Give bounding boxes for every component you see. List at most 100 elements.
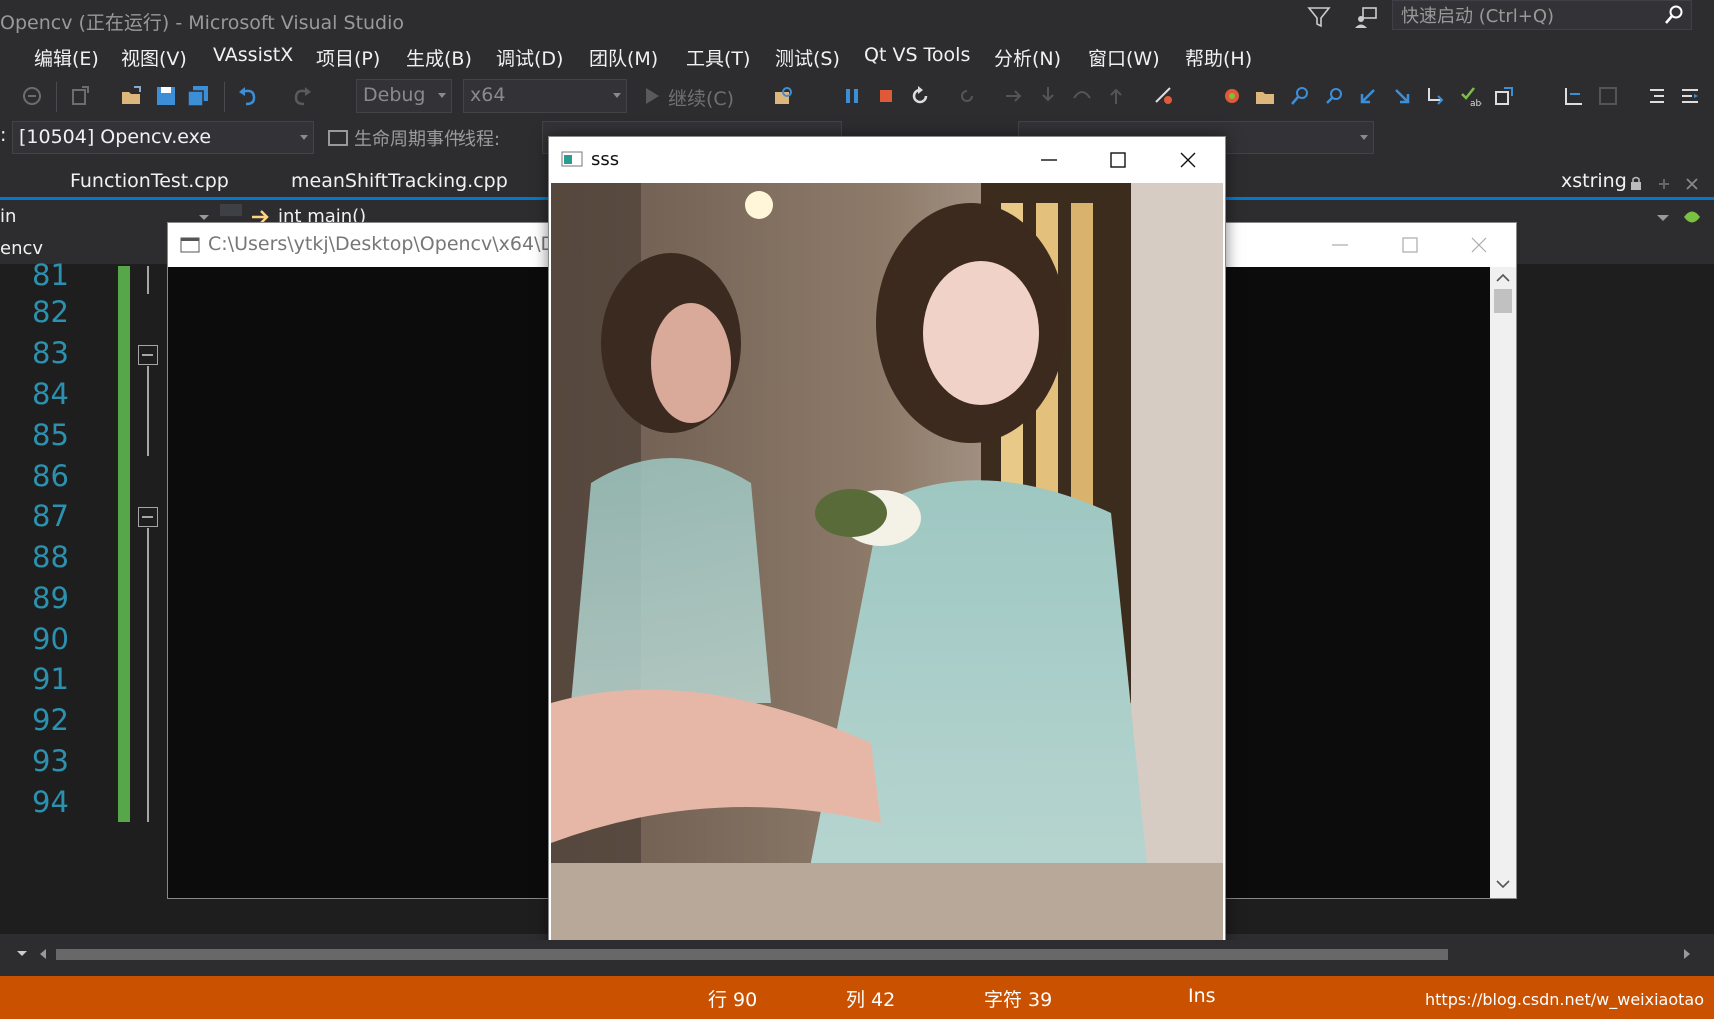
go-forward-icon[interactable] bbox=[1390, 84, 1414, 108]
feedback-icon[interactable] bbox=[1353, 4, 1379, 30]
comment-icon[interactable] bbox=[1562, 84, 1586, 108]
lifecycle-icon[interactable] bbox=[326, 126, 350, 150]
save-icon[interactable] bbox=[154, 84, 178, 108]
step-over-icon[interactable] bbox=[1070, 84, 1094, 108]
tab-xstring[interactable]: xstring bbox=[1561, 170, 1627, 192]
menu-view[interactable]: 视图(V) bbox=[121, 44, 187, 71]
scroll-up-icon[interactable] bbox=[1496, 273, 1510, 283]
menu-project[interactable]: 项目(P) bbox=[316, 44, 380, 71]
save-all-icon[interactable] bbox=[186, 84, 210, 108]
go-icon[interactable] bbox=[1682, 206, 1702, 228]
lifecycle-events-button[interactable]: 生命周期事件 bbox=[354, 125, 462, 151]
minimize-icon[interactable] bbox=[1328, 233, 1352, 257]
hot-reload-icon[interactable] bbox=[956, 84, 980, 108]
line-number: 88 bbox=[32, 540, 69, 574]
scroll-thumb[interactable] bbox=[1494, 289, 1512, 313]
line-number: 93 bbox=[32, 744, 69, 778]
go-back-icon[interactable] bbox=[1356, 84, 1380, 108]
close-icon[interactable] bbox=[1176, 148, 1200, 172]
quick-launch-input[interactable] bbox=[1399, 3, 1643, 29]
maximize-icon[interactable] bbox=[1398, 233, 1422, 257]
search-icon[interactable] bbox=[1663, 4, 1685, 26]
menu-tools[interactable]: 工具(T) bbox=[686, 44, 750, 71]
process-dropdown[interactable]: [10504] Opencv.exe bbox=[12, 121, 314, 154]
redo-icon[interactable] bbox=[290, 84, 314, 108]
menu-debug[interactable]: 调试(D) bbox=[496, 44, 563, 71]
line-number: 94 bbox=[32, 785, 69, 819]
scroll-right-icon[interactable] bbox=[1682, 948, 1692, 960]
line-number: 92 bbox=[32, 703, 69, 737]
step-into-icon[interactable] bbox=[1036, 84, 1060, 108]
chevron-down-icon bbox=[438, 93, 446, 98]
pause-icon[interactable] bbox=[840, 84, 864, 108]
console-app-icon bbox=[180, 237, 200, 253]
line-number: 86 bbox=[32, 459, 69, 493]
collapse-icon[interactable] bbox=[138, 345, 158, 365]
line-number: 85 bbox=[32, 418, 69, 452]
minimize-icon[interactable] bbox=[1037, 148, 1061, 172]
menu-analyze[interactable]: 分析(N) bbox=[994, 44, 1061, 71]
platform-dropdown[interactable]: x64 bbox=[463, 79, 627, 113]
new-project-icon[interactable] bbox=[68, 84, 92, 108]
filter-icon[interactable] bbox=[1306, 4, 1332, 30]
open-file-icon[interactable] bbox=[120, 84, 144, 108]
svg-text:abc: abc bbox=[1470, 99, 1482, 108]
cmake-icon[interactable] bbox=[1220, 84, 1244, 108]
hscroll-thumb[interactable] bbox=[56, 949, 1448, 960]
quick-launch-box[interactable] bbox=[1392, 0, 1692, 30]
menu-test[interactable]: 测试(S) bbox=[775, 44, 840, 71]
find-references-icon[interactable] bbox=[1322, 84, 1346, 108]
close-icon[interactable] bbox=[1467, 233, 1491, 257]
nav-splitter[interactable] bbox=[220, 204, 242, 216]
line-number: 91 bbox=[32, 662, 69, 696]
scroll-down-icon[interactable] bbox=[1496, 879, 1510, 889]
folder-icon[interactable] bbox=[1254, 84, 1278, 108]
pin-icon[interactable] bbox=[1656, 176, 1672, 192]
image-window[interactable]: sss bbox=[548, 136, 1226, 948]
scope-dropdown[interactable]: in bbox=[0, 206, 16, 227]
collapse-icon[interactable] bbox=[138, 507, 158, 527]
indent-icon[interactable] bbox=[1678, 84, 1702, 108]
chevron-down-icon bbox=[1360, 135, 1368, 140]
image-window-title-bar[interactable]: sss bbox=[549, 137, 1225, 183]
tab-function-test[interactable]: FunctionTest.cpp bbox=[70, 170, 229, 192]
step-out-icon[interactable] bbox=[1104, 84, 1128, 108]
config-dropdown[interactable]: Debug bbox=[356, 79, 452, 113]
uncomment-icon[interactable] bbox=[1596, 84, 1620, 108]
spell-check-icon[interactable]: abc bbox=[1458, 84, 1482, 108]
chevron-down-icon[interactable] bbox=[1656, 214, 1670, 222]
outdent-icon[interactable] bbox=[1644, 84, 1668, 108]
toolbar: Debug x64 继续(C) abc bbox=[0, 76, 1714, 116]
maximize-icon[interactable] bbox=[1106, 148, 1130, 172]
menu-help[interactable]: 帮助(H) bbox=[1185, 44, 1252, 71]
chevron-down-icon[interactable] bbox=[198, 214, 210, 222]
continue-button[interactable]: 继续(C) bbox=[668, 84, 734, 111]
status-column: 列 42 bbox=[846, 989, 896, 1011]
chevron-down-icon[interactable] bbox=[16, 950, 28, 958]
status-char: 字符 39 bbox=[984, 989, 1053, 1011]
menu-edit[interactable]: 编辑(E) bbox=[34, 44, 99, 71]
fold-guide bbox=[147, 266, 149, 294]
close-icon[interactable] bbox=[1684, 176, 1700, 192]
menu-window[interactable]: 窗口(W) bbox=[1088, 44, 1160, 71]
editor-hscrollbar[interactable] bbox=[0, 940, 1714, 968]
stop-icon[interactable] bbox=[874, 84, 898, 108]
play-icon[interactable] bbox=[640, 84, 664, 108]
restart-icon[interactable] bbox=[908, 84, 932, 108]
menu-team[interactable]: 团队(M) bbox=[589, 44, 658, 71]
menu-vassistx[interactable]: VAssistX bbox=[213, 44, 293, 66]
fold-guide bbox=[147, 528, 149, 822]
undo-icon[interactable] bbox=[236, 84, 260, 108]
code-snippet-icon[interactable] bbox=[1492, 84, 1516, 108]
refactor-icon[interactable] bbox=[1424, 84, 1448, 108]
menu-build[interactable]: 生成(B) bbox=[406, 44, 472, 71]
back-icon[interactable] bbox=[20, 84, 44, 108]
menu-qt-vs-tools[interactable]: Qt VS Tools bbox=[864, 44, 970, 66]
find-in-files-icon[interactable] bbox=[772, 84, 796, 108]
tab-mean-shift-tracking[interactable]: meanShiftTracking.cpp bbox=[291, 170, 508, 192]
breakpoint-toggle-icon[interactable] bbox=[1152, 84, 1176, 108]
console-scrollbar[interactable] bbox=[1490, 267, 1516, 898]
find-symbol-icon[interactable] bbox=[1288, 84, 1312, 108]
step-arrow-icon[interactable] bbox=[1002, 84, 1026, 108]
scroll-left-icon[interactable] bbox=[38, 948, 48, 960]
